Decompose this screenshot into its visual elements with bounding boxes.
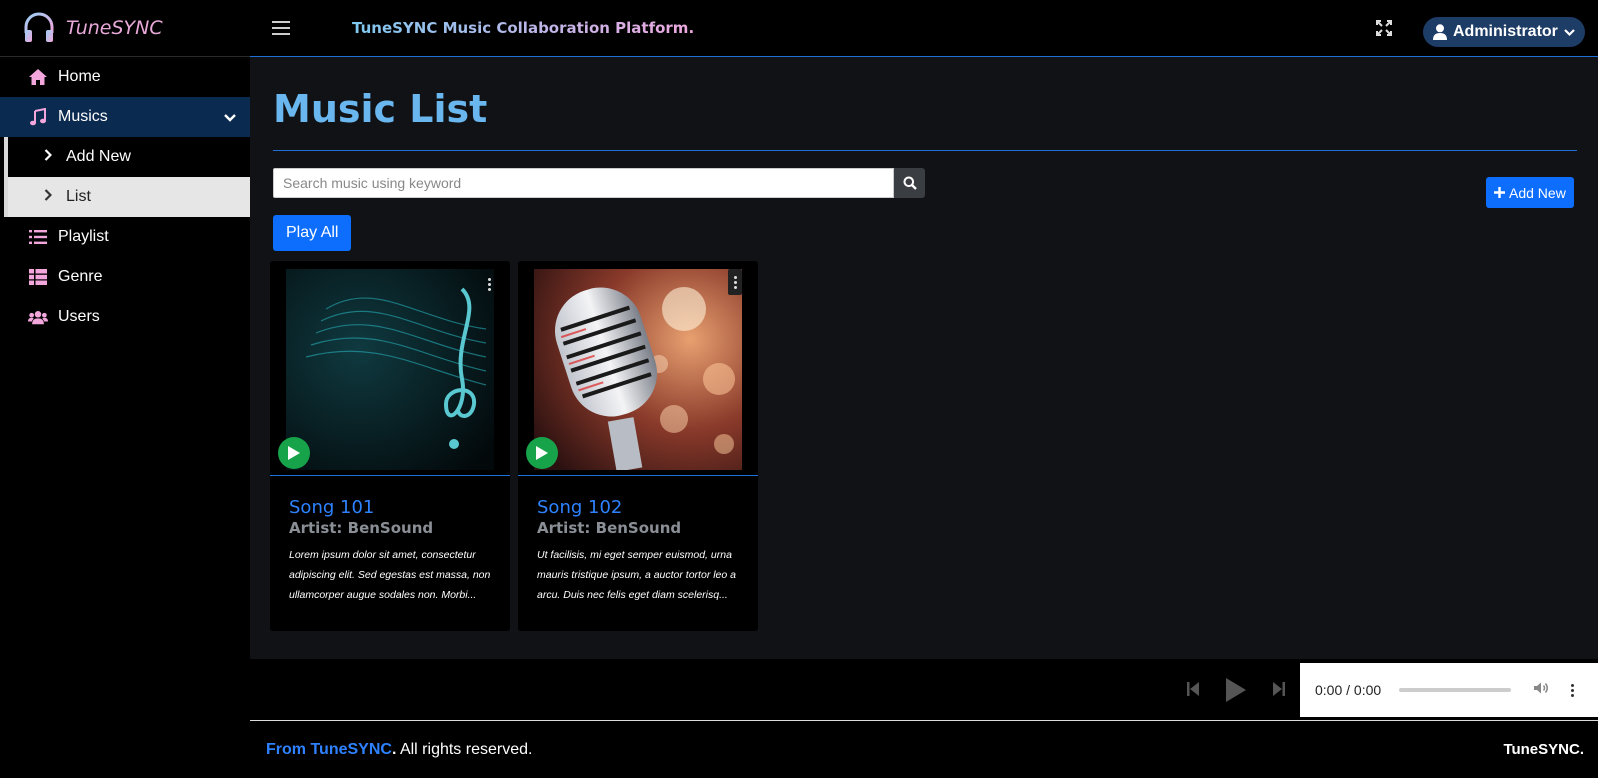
fullscreen-icon[interactable] xyxy=(1376,20,1392,41)
sidebar-item-label: Playlist xyxy=(58,228,109,245)
footer-prefix: From xyxy=(266,740,311,758)
footer-brand: TuneSYNC. xyxy=(1503,741,1584,758)
add-new-label: Add New xyxy=(1509,184,1566,201)
main-play-button[interactable] xyxy=(1225,677,1247,708)
sidebar-item-label: Home xyxy=(58,68,101,85)
user-menu-button[interactable]: Administrator xyxy=(1423,17,1585,47)
table-list-icon xyxy=(28,267,48,287)
album-art xyxy=(286,269,494,470)
card-divider xyxy=(270,475,510,476)
audio-time: 0:00 / 0:00 xyxy=(1315,682,1382,698)
sidebar-subitem-add-new[interactable]: Add New xyxy=(4,137,250,177)
skip-forward-icon xyxy=(1273,682,1285,696)
sidebar-item-playlist[interactable]: Playlist xyxy=(0,217,250,257)
song-title[interactable]: Song 101 xyxy=(289,497,374,518)
previous-track-button[interactable] xyxy=(1186,681,1200,702)
song-description: Lorem ipsum dolor sit amet, consectetur … xyxy=(289,549,491,601)
music-note-icon xyxy=(28,107,48,127)
search-input[interactable] xyxy=(273,168,895,198)
sidebar-item-genre[interactable]: Genre xyxy=(0,257,250,297)
platform-title: TuneSYNC Music Collaboration Platform. xyxy=(352,19,695,37)
sidebar-subitem-label: List xyxy=(66,188,91,205)
chevron-down-icon xyxy=(1564,28,1575,36)
sidebar-nav: Home Musics Add New List Playlist Genre … xyxy=(0,57,250,337)
audio-options-icon[interactable] xyxy=(1571,683,1574,697)
play-icon xyxy=(1226,678,1246,702)
top-bar: TuneSYNC Music Collaboration Platform. A… xyxy=(250,0,1598,57)
search-icon xyxy=(903,176,917,190)
sidebar: TuneSYNC Home Musics Add New List Playli… xyxy=(0,0,250,778)
main-content: Music List Add New Play All xyxy=(250,57,1598,659)
volume-icon[interactable] xyxy=(1533,681,1549,700)
sidebar-item-musics[interactable]: Musics xyxy=(0,97,250,137)
song-title[interactable]: Song 102 xyxy=(537,497,622,518)
play-button[interactable] xyxy=(526,437,558,469)
play-icon xyxy=(288,446,300,460)
hamburger-menu-icon[interactable] xyxy=(272,21,290,35)
search-bar xyxy=(273,168,925,198)
title-divider xyxy=(273,150,1577,151)
headphones-icon xyxy=(24,12,54,42)
search-button[interactable] xyxy=(894,168,925,198)
chevron-right-icon xyxy=(44,148,53,166)
more-options-icon[interactable] xyxy=(728,269,742,295)
audio-progress-slider[interactable] xyxy=(1399,688,1511,692)
page-title: Music List xyxy=(273,87,488,131)
more-options-icon[interactable] xyxy=(482,271,496,297)
chevron-down-icon xyxy=(224,110,236,128)
footer-rights: All rights reserved. xyxy=(396,740,533,758)
list-icon xyxy=(28,227,48,247)
user-icon xyxy=(1433,24,1447,40)
footer-copyright: From TuneSYNC. All rights reserved. xyxy=(266,741,532,759)
users-icon xyxy=(28,307,48,327)
sidebar-subitem-label: Add New xyxy=(66,148,131,165)
sidebar-item-label: Users xyxy=(58,308,100,325)
play-button[interactable] xyxy=(278,437,310,469)
sidebar-item-home[interactable]: Home xyxy=(0,57,250,97)
plus-icon xyxy=(1494,187,1505,198)
sidebar-item-label: Musics xyxy=(58,108,108,125)
play-icon xyxy=(536,446,548,460)
song-artist: Artist: BenSound xyxy=(537,519,682,537)
music-card[interactable]: Song 101 Artist: BenSound Lorem ipsum do… xyxy=(270,261,510,631)
home-icon xyxy=(28,67,48,87)
sidebar-item-users[interactable]: Users xyxy=(0,297,250,337)
brand[interactable]: TuneSYNC xyxy=(0,0,250,57)
audio-player[interactable]: 0:00 / 0:00 xyxy=(1300,663,1598,717)
music-card[interactable]: Song 102 Artist: BenSound Ut facilisis, … xyxy=(518,261,758,631)
sidebar-subitem-list[interactable]: List xyxy=(4,177,250,217)
album-art xyxy=(534,269,742,470)
brand-name: TuneSYNC xyxy=(66,17,163,39)
play-all-button[interactable]: Play All xyxy=(273,215,352,251)
song-description: Ut facilisis, mi eget semper euismod, ur… xyxy=(537,549,736,601)
next-track-button[interactable] xyxy=(1272,681,1286,702)
card-divider xyxy=(518,475,758,476)
add-new-button[interactable]: Add New xyxy=(1486,177,1574,208)
chevron-right-icon xyxy=(44,188,53,206)
song-artist: Artist: BenSound xyxy=(289,519,434,537)
sidebar-item-label: Genre xyxy=(58,268,103,285)
footer-brand-link[interactable]: TuneSYNC xyxy=(310,741,391,758)
skip-back-icon xyxy=(1187,682,1199,696)
user-name: Administrator xyxy=(1453,23,1558,40)
footer: From TuneSYNC. All rights reserved. Tune… xyxy=(250,720,1598,778)
